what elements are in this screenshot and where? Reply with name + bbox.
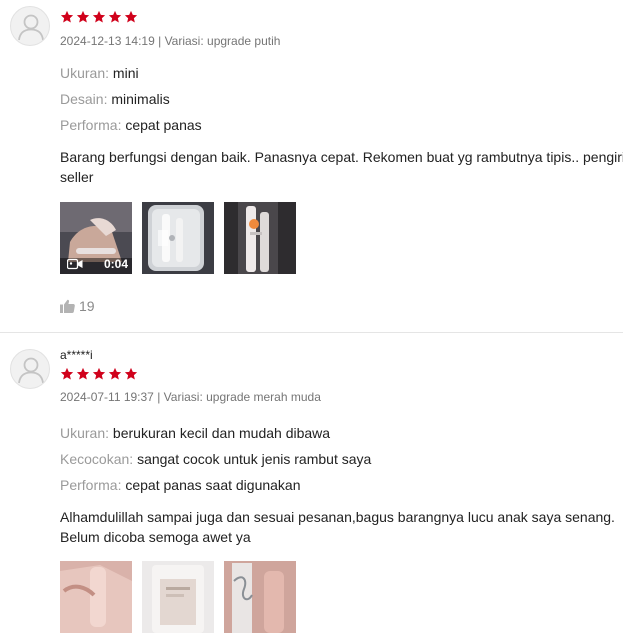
star-icon [92, 10, 106, 23]
review-video-thumbnail[interactable]: 0:04 [60, 202, 132, 274]
rating-stars [60, 8, 623, 26]
review-photo-image [224, 561, 296, 633]
review-attribute: Performa: cepat panas saat digunakan [60, 476, 301, 494]
review-photo-image [224, 202, 296, 274]
attribute-key: Ukuran: [60, 425, 110, 441]
review-image-thumbnail[interactable] [142, 202, 214, 274]
review-text-line: Barang berfungsi dengan baik. Panasnya c… [60, 149, 623, 165]
review-photo-image [142, 202, 214, 274]
avatar[interactable] [10, 349, 50, 389]
review-variation: Variasi: upgrade merah muda [163, 390, 321, 404]
review-media: 0:04 [60, 202, 296, 274]
star-icon [60, 367, 74, 380]
attribute-value: cepat panas saat digunakan [125, 477, 301, 493]
review-text-line: Belum dicoba semoga awet ya [60, 529, 251, 545]
user-silhouette-icon [18, 357, 44, 384]
review-timestamp: 2024-07-11 19:37 [60, 390, 154, 404]
star-icon [92, 367, 106, 380]
review-timestamp: 2024-12-13 14:19 [60, 34, 155, 48]
review-meta: 2024-07-11 19:37 | Variasi: upgrade mera… [60, 389, 623, 405]
star-icon [124, 10, 138, 23]
like-button[interactable]: 19 [60, 298, 95, 314]
star-icon [108, 367, 122, 380]
review-meta: 2024-12-13 14:19 | Variasi: upgrade puti… [60, 33, 623, 49]
star-icon [60, 10, 74, 23]
attribute-key: Desain: [60, 91, 108, 107]
video-camera-icon [67, 258, 83, 270]
star-icon [108, 10, 122, 23]
review-text-line: Alhamdulillah sampai juga dan sesuai pes… [60, 509, 615, 525]
review-image-thumbnail[interactable] [224, 561, 296, 633]
attribute-value: mini [112, 65, 139, 81]
reviewer-username: a*****i [60, 348, 93, 362]
attribute-key: Kecocokan: [60, 451, 134, 467]
star-icon [124, 367, 138, 380]
star-icon [76, 367, 90, 380]
attribute-key: Performa: [60, 117, 122, 133]
review-text-line: seller [60, 169, 94, 185]
attribute-value: berukuran kecil dan mudah dibawa [112, 425, 331, 441]
review-attribute: Ukuran: mini [60, 64, 139, 82]
review-image-thumbnail[interactable] [224, 202, 296, 274]
review-attribute: Ukuran: berukuran kecil dan mudah dibawa [60, 424, 330, 442]
attribute-value: minimalis [111, 91, 170, 107]
review-attribute: Desain: minimalis [60, 90, 170, 108]
like-count: 19 [79, 298, 95, 314]
review-attribute: Kecocokan: sangat cocok untuk jenis ramb… [60, 450, 371, 468]
review-variation: Variasi: upgrade putih [164, 34, 281, 48]
review-photo-image [60, 561, 132, 633]
attribute-value: cepat panas [125, 117, 202, 133]
review-photo-image [142, 561, 214, 633]
meta-separator: | [158, 34, 162, 48]
review-item: 2024-12-13 14:19 | Variasi: upgrade puti… [0, 0, 623, 332]
review-attribute: Performa: cepat panas [60, 116, 202, 134]
avatar[interactable] [10, 6, 50, 46]
review-text: Alhamdulillah sampai juga dan sesuai pes… [60, 507, 623, 547]
video-duration: 0:04 [103, 257, 128, 271]
review-image-thumbnail[interactable] [142, 561, 214, 633]
review-image-thumbnail[interactable] [60, 561, 132, 633]
rating-stars [60, 366, 623, 382]
review-media [60, 561, 296, 633]
attribute-key: Performa: [60, 477, 122, 493]
review-text: Barang berfungsi dengan baik. Panasnya c… [60, 147, 623, 187]
thumbs-up-icon [60, 299, 75, 313]
meta-separator: | [157, 390, 161, 404]
review-item: a*****i 2024-07-11 19:37 | Variasi: upgr… [0, 332, 623, 633]
user-silhouette-icon [18, 14, 44, 41]
star-icon [76, 10, 90, 23]
attribute-value: sangat cocok untuk jenis rambut saya [137, 451, 372, 467]
attribute-key: Ukuran: [60, 65, 110, 81]
